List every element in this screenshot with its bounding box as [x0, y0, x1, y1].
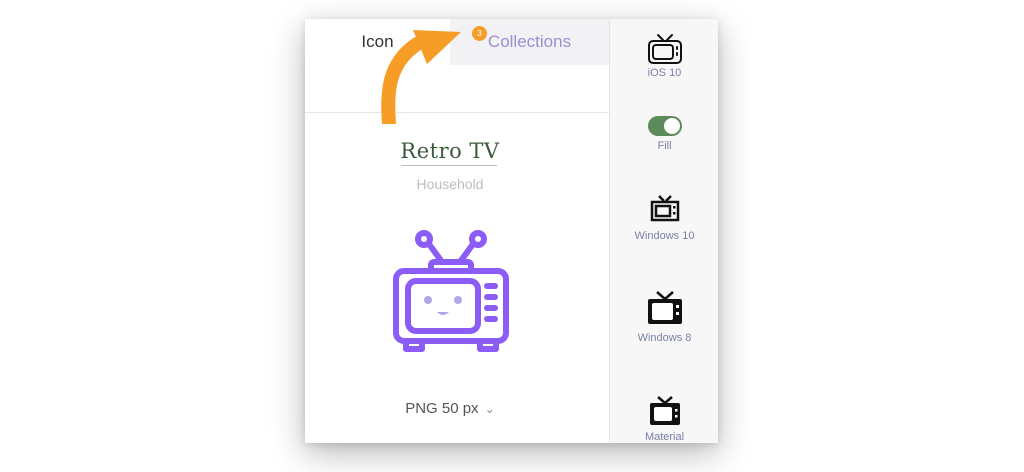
icon-category[interactable]: Household: [305, 176, 595, 192]
tab-icon[interactable]: Icon: [305, 19, 450, 65]
divider: [305, 112, 609, 113]
icon-panel: Icon Collections 3 Retro TV Household PN…: [305, 19, 718, 443]
platform-label: iOS 10: [647, 67, 682, 79]
retro-tv-icon[interactable]: [393, 228, 509, 356]
material-tv-icon: [649, 396, 680, 425]
tab-bar: Icon Collections 3: [305, 19, 609, 65]
download-format-label: PNG 50 px: [405, 400, 479, 417]
title-underline: [401, 165, 497, 166]
windows10-tv-icon: [650, 195, 679, 222]
platform-windows8[interactable]: Windows 8: [610, 290, 718, 344]
tab-icon-label: Icon: [361, 32, 394, 51]
fill-toggle-group: Fill: [610, 116, 718, 152]
chevron-down-icon: ⌄: [484, 402, 495, 416]
tab-collections-label: Collections: [487, 32, 572, 51]
platform-material[interactable]: Material: [610, 395, 718, 443]
collections-count-badge: 3: [472, 26, 487, 41]
platform-windows10[interactable]: Windows 10: [610, 194, 718, 242]
fill-toggle-label: Fill: [657, 140, 672, 152]
platform-sidebar: iOS 10 Fill Windows 10 Windows 8 Materia…: [609, 19, 718, 443]
toggle-knob: [663, 118, 680, 134]
tab-collections[interactable]: Collections: [450, 19, 609, 65]
fill-toggle[interactable]: [647, 116, 682, 136]
ios-tv-icon: [647, 34, 682, 64]
icon-detail-pane: Icon Collections 3 Retro TV Household PN…: [305, 19, 609, 443]
platform-label: Windows 10: [634, 230, 695, 242]
platform-label: Material: [644, 431, 685, 443]
platform-ios10[interactable]: iOS 10: [610, 33, 718, 79]
download-format-select[interactable]: PNG 50 px ⌄: [305, 400, 595, 417]
platform-label: Windows 8: [637, 332, 692, 344]
windows8-tv-icon: [647, 291, 682, 324]
icon-title: Retro TV: [400, 139, 500, 163]
